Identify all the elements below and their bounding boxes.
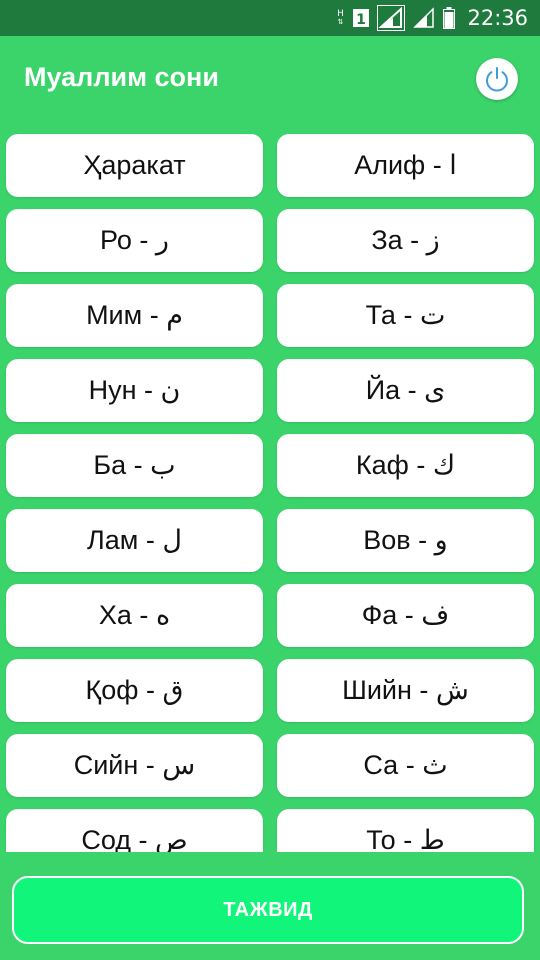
letter-card-shiyn[interactable]: Шийн - ش bbox=[277, 659, 534, 722]
letter-card-lam[interactable]: Лам - ل bbox=[6, 509, 263, 572]
letter-card-fa[interactable]: Фа - ف bbox=[277, 584, 534, 647]
tajvid-button[interactable]: ТАЖВИД bbox=[12, 876, 524, 944]
sim-label: 1 bbox=[357, 12, 367, 27]
letter-card-harakat[interactable]: Ҳаракат bbox=[6, 134, 263, 197]
status-icons: H ⇅ 1 22:36 bbox=[335, 0, 528, 36]
letter-label: То - ط bbox=[366, 825, 445, 852]
letter-label: Ба - ب bbox=[93, 450, 176, 480]
letter-label: Қоф - ق bbox=[85, 675, 184, 705]
letter-label: Ро - ر bbox=[100, 225, 169, 255]
letter-label: Алиф - ا bbox=[354, 150, 457, 180]
letter-label: Лам - ل bbox=[87, 525, 182, 555]
letter-card-ba[interactable]: Ба - ب bbox=[6, 434, 263, 497]
sim-icon: 1 bbox=[353, 9, 370, 27]
letter-card-ya[interactable]: Йа - ى bbox=[277, 359, 534, 422]
app-bar: Муаллим сони bbox=[0, 36, 540, 124]
letter-label: Ха - ه bbox=[98, 600, 171, 630]
letter-card-qof[interactable]: Қоф - ق bbox=[6, 659, 263, 722]
power-button[interactable] bbox=[476, 58, 518, 100]
letter-card-vov[interactable]: Вов - و bbox=[277, 509, 534, 572]
battery-icon bbox=[443, 7, 456, 29]
letter-label: Са - ث bbox=[363, 750, 448, 780]
letters-list[interactable]: Ҳаракат Алиф - ا Ро - ر За - ز Мим - م Т… bbox=[0, 124, 540, 852]
letter-card-to[interactable]: То - ط bbox=[277, 809, 534, 852]
letter-card-mim[interactable]: Мим - م bbox=[6, 284, 263, 347]
letter-label: За - ز bbox=[371, 225, 440, 255]
letter-card-ha[interactable]: Ха - ه bbox=[6, 584, 263, 647]
letter-card-ta[interactable]: Та - ت bbox=[277, 284, 534, 347]
letter-label: Вов - و bbox=[363, 525, 448, 555]
letter-card-siyn[interactable]: Сийн - س bbox=[6, 734, 263, 797]
app-title: Муаллим сони bbox=[24, 62, 219, 92]
letter-label: Ҳаракат bbox=[83, 150, 186, 180]
power-icon bbox=[486, 67, 508, 92]
letter-label: Нун - ن bbox=[88, 375, 181, 405]
letter-card-nun[interactable]: Нун - ن bbox=[6, 359, 263, 422]
tajvid-button-label: ТАЖВИД bbox=[223, 898, 313, 921]
signal-sim2-icon bbox=[413, 7, 435, 28]
letter-label: Сийн - س bbox=[73, 750, 196, 780]
letter-card-za[interactable]: За - ز bbox=[277, 209, 534, 272]
letter-label: Йа - ى bbox=[365, 375, 446, 405]
status-bar: H ⇅ 1 22:36 bbox=[0, 0, 540, 36]
letter-label: Шийн - ش bbox=[342, 675, 469, 705]
letter-card-sod[interactable]: Сод - ص bbox=[6, 809, 263, 852]
letter-label: Сод - ص bbox=[81, 825, 188, 852]
network-type-icon: H ⇅ bbox=[337, 9, 344, 26]
letter-label: Фа - ف bbox=[361, 600, 450, 630]
letter-label: Каф - ك bbox=[355, 450, 456, 480]
bottom-bar: ТАЖВИД bbox=[0, 852, 540, 960]
letter-card-sa[interactable]: Са - ث bbox=[277, 734, 534, 797]
status-time: 22:36 bbox=[467, 6, 528, 30]
letter-card-kaf[interactable]: Каф - ك bbox=[277, 434, 534, 497]
letter-label: Та - ت bbox=[365, 300, 446, 330]
letters-grid: Ҳаракат Алиф - ا Ро - ر За - ز Мим - م Т… bbox=[6, 134, 534, 852]
letter-card-ro[interactable]: Ро - ر bbox=[6, 209, 263, 272]
letter-label: Мим - م bbox=[86, 300, 183, 330]
letter-card-alif[interactable]: Алиф - ا bbox=[277, 134, 534, 197]
signal-sim1-icon bbox=[377, 5, 406, 31]
